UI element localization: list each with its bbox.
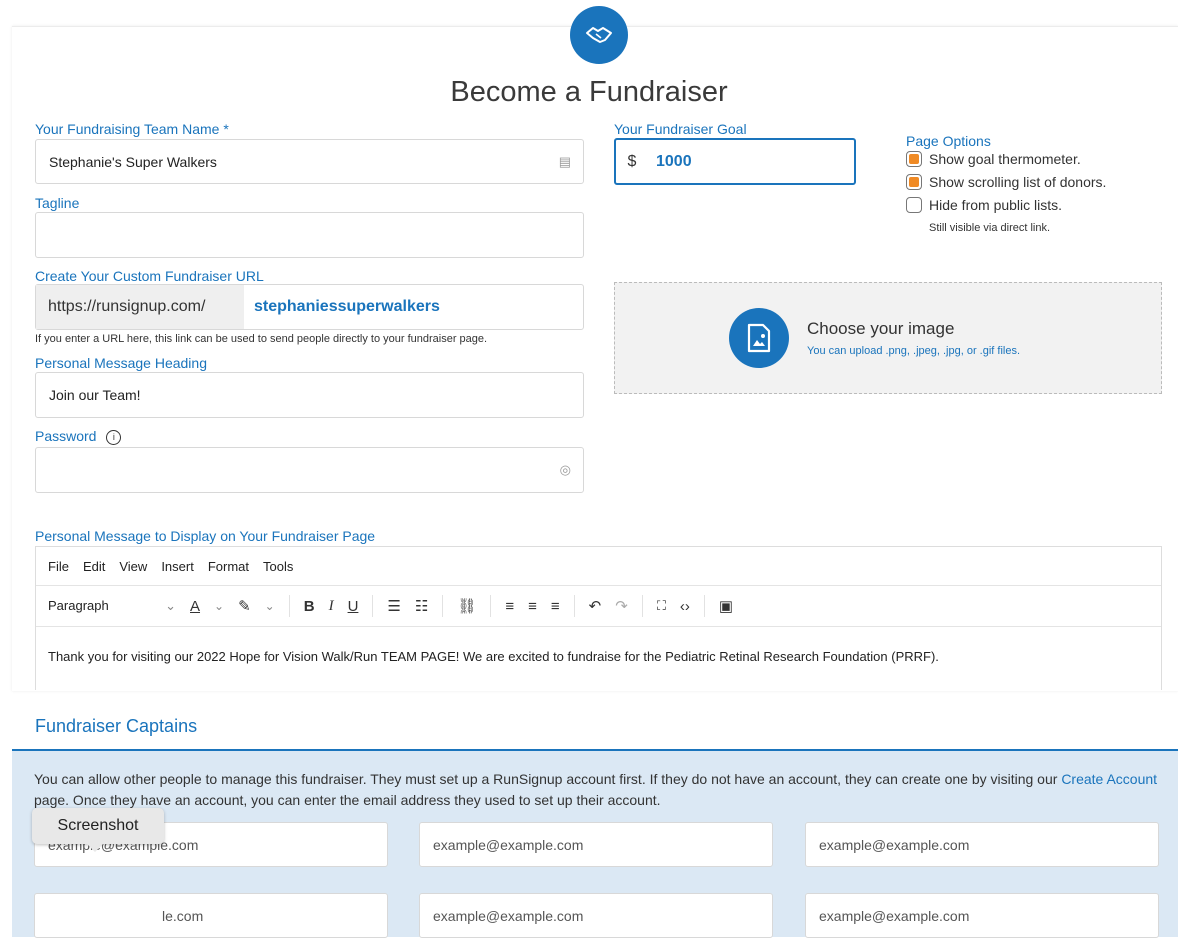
redo-icon[interactable]: ↷	[615, 597, 628, 615]
toolbar-divider	[573, 595, 575, 617]
bullet-list-icon[interactable]: ☰	[387, 597, 400, 615]
toolbar-divider	[288, 595, 290, 617]
captains-description: You can allow other people to manage thi…	[34, 769, 1164, 811]
screenshot-tooltip: Screenshot	[32, 808, 164, 852]
text-color-icon[interactable]: A	[190, 598, 200, 615]
toolbar-divider	[703, 595, 705, 617]
rich-text-editor[interactable]: File Edit View Insert Format Tools Parag…	[35, 546, 1162, 690]
url-help-text: If you enter a URL here, this link can b…	[35, 333, 488, 345]
option-hide-public[interactable]: Hide from public lists.	[906, 197, 1062, 213]
url-value: stephaniessuperwalkers	[254, 298, 440, 315]
option-label: Show scrolling list of donors.	[929, 174, 1107, 190]
password-label-text: Password	[35, 428, 97, 444]
message-heading-label: Personal Message Heading	[35, 355, 207, 371]
menu-insert[interactable]: Insert	[161, 559, 194, 574]
toolbar-divider	[490, 595, 492, 617]
chevron-down-icon: ⌄	[165, 598, 176, 613]
chevron-down-icon[interactable]: ⌄	[214, 599, 224, 613]
team-name-label: Your Fundraising Team Name *	[35, 121, 229, 137]
toolbar-divider	[372, 595, 374, 617]
option-show-donors[interactable]: Show scrolling list of donors.	[906, 174, 1106, 190]
toolbar-divider	[442, 595, 444, 617]
option-show-thermometer[interactable]: Show goal thermometer.	[906, 151, 1081, 167]
email-placeholder: example@example.com	[819, 836, 970, 853]
captain-email-field[interactable]: example@example.com	[419, 893, 773, 938]
upload-subtitle: You can upload .png, .jpeg, .jpg, or .gi…	[807, 345, 1021, 357]
italic-icon[interactable]: I	[329, 598, 334, 615]
captains-panel: You can allow other people to manage thi…	[12, 749, 1178, 938]
create-account-link[interactable]: Create Account	[1061, 771, 1157, 787]
captain-email-field[interactable]: example@example.com	[805, 893, 1159, 938]
tagline-field[interactable]	[35, 212, 584, 258]
underline-icon[interactable]: U	[348, 598, 359, 615]
team-name-value: Stephanie's Super Walkers	[49, 153, 217, 170]
goal-value: 1000	[656, 152, 692, 170]
info-icon[interactable]: i	[106, 429, 122, 445]
editor-body[interactable]: Thank you for visiting our 2022 Hope for…	[36, 627, 1161, 686]
align-center-icon[interactable]: ≡	[528, 598, 537, 615]
password-label: Password i	[35, 428, 122, 445]
team-name-field[interactable]: Stephanie's Super Walkers ▤	[35, 139, 584, 184]
captains-text: page. Once they have an account, you can…	[34, 792, 661, 808]
option-label: Hide from public lists.	[929, 197, 1063, 213]
password-key-icon[interactable]: ◎	[560, 462, 571, 478]
bold-icon[interactable]: B	[304, 598, 315, 615]
editor-menubar: File Edit View Insert Format Tools	[36, 547, 1161, 586]
captain-email-field[interactable]: example@example.com	[805, 822, 1159, 867]
editor-toolbar: Paragraph ⌄ A ⌄ ✎ ⌄ B I U ☰ ☷ ⛓ ≡ ≡ ≡ ↶ …	[36, 586, 1161, 627]
message-heading-value: Join our Team!	[49, 387, 141, 403]
option-label: Show goal thermometer.	[929, 151, 1081, 167]
goal-label: Your Fundraiser Goal	[614, 121, 747, 137]
message-label: Personal Message to Display on Your Fund…	[35, 528, 376, 544]
password-field[interactable]: ◎	[35, 447, 584, 493]
captains-text: You can allow other people to manage thi…	[34, 771, 1058, 787]
align-left-icon[interactable]: ≡	[505, 598, 514, 615]
chevron-down-icon[interactable]: ⌄	[265, 599, 275, 613]
goal-field[interactable]: $ 1000	[614, 138, 856, 185]
align-right-icon[interactable]: ≡	[551, 598, 560, 615]
captain-email-field[interactable]: le.com	[34, 893, 388, 938]
menu-file[interactable]: File	[48, 559, 69, 574]
contact-card-icon: ▤	[558, 153, 571, 169]
source-code-icon[interactable]: ‹›	[680, 598, 690, 615]
insert-image-icon[interactable]: ▣	[719, 597, 733, 615]
page-title: Become a Fundraiser	[450, 76, 728, 108]
email-placeholder: le.com	[162, 907, 204, 924]
custom-url-field[interactable]: https://runsignup.com/ stephaniessuperwa…	[35, 284, 584, 330]
menu-format[interactable]: Format	[208, 559, 249, 574]
tagline-label: Tagline	[35, 195, 80, 211]
page-options-label: Page Options	[906, 133, 991, 149]
option-note: Still visible via direct link.	[929, 222, 1051, 234]
upload-title: Choose your image	[807, 319, 955, 338]
menu-tools[interactable]: Tools	[263, 559, 293, 574]
link-icon[interactable]: ⛓	[457, 597, 476, 615]
menu-edit[interactable]: Edit	[83, 559, 105, 574]
email-placeholder: example@example.com	[433, 907, 584, 924]
fullscreen-icon[interactable]: ⛶	[657, 598, 666, 614]
email-placeholder: example@example.com	[819, 907, 970, 924]
toolbar-divider	[641, 595, 643, 617]
checkbox-unchecked[interactable]	[906, 197, 922, 213]
email-placeholder: example@example.com	[433, 836, 584, 853]
checkbox-checked[interactable]	[906, 174, 922, 190]
checkbox-checked[interactable]	[906, 151, 922, 167]
message-heading-field[interactable]: Join our Team!	[35, 372, 584, 418]
image-upload-area[interactable]: Choose your image You can upload .png, .…	[614, 282, 1162, 394]
url-label: Create Your Custom Fundraiser URL	[35, 268, 264, 284]
captains-title: Fundraiser Captains	[35, 716, 198, 736]
block-format-select[interactable]: Paragraph ⌄	[48, 598, 176, 614]
menu-view[interactable]: View	[119, 559, 147, 574]
handshake-icon	[570, 6, 628, 64]
captain-email-field[interactable]: example@example.com	[419, 822, 773, 867]
undo-icon[interactable]: ↶	[589, 597, 602, 615]
image-upload-icon[interactable]	[729, 308, 789, 368]
url-prefix: https://runsignup.com/	[36, 285, 244, 329]
currency-symbol: $	[627, 152, 637, 170]
numbered-list-icon[interactable]: ☷	[415, 597, 428, 615]
block-format-value: Paragraph	[48, 598, 109, 613]
highlight-color-icon[interactable]: ✎	[238, 597, 251, 615]
